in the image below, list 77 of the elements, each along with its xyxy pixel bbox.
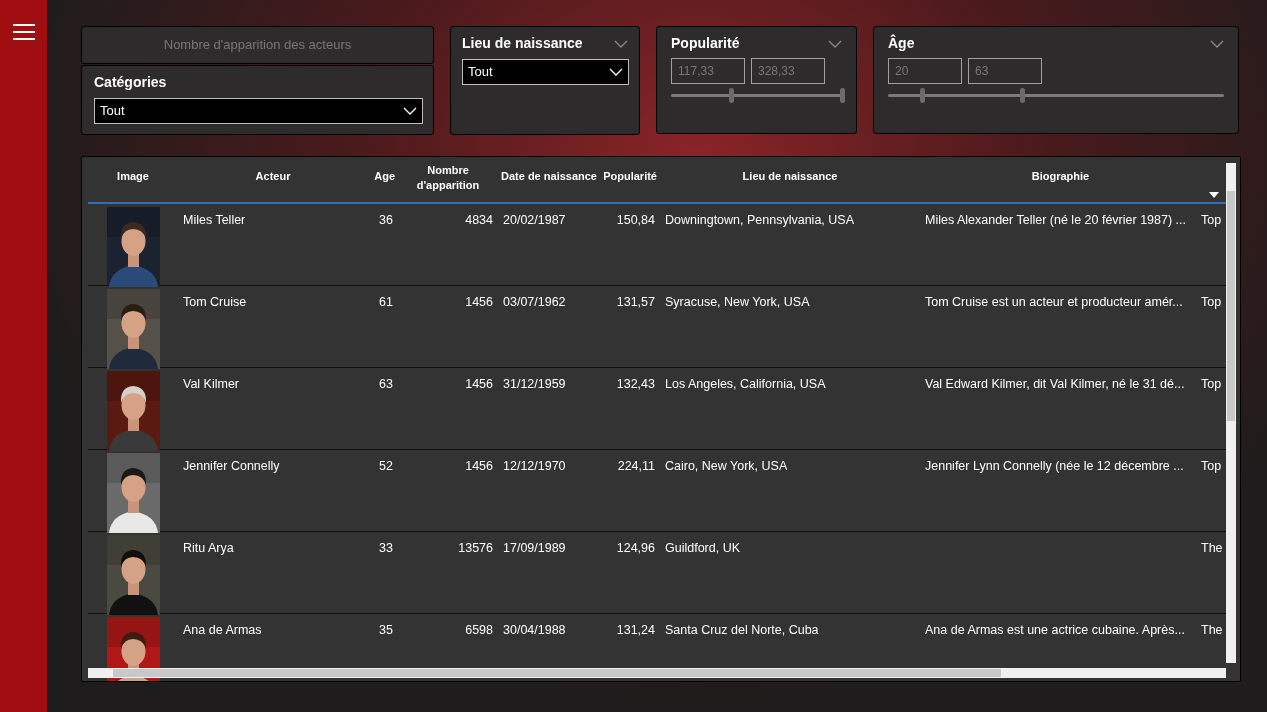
chevron-down-icon [1210,39,1224,48]
table-cell: Downingtown, Pennsylvania, USA [665,213,854,227]
chevron-down-icon [609,68,623,76]
table-cell: Los Angeles, California, USA [665,377,826,391]
column-header[interactable]: Image [117,169,149,184]
table-cell: 31/12/1959 [503,377,566,391]
chevron-down-icon [828,39,842,48]
chevron-down-icon [403,107,417,115]
slicer-title: Popularité [671,34,740,53]
table-cell: 30/04/1988 [503,623,566,637]
table-cell: 131,24 [616,623,655,637]
table-cell: Jennifer Connelly [183,459,280,473]
table-cell: 03/07/1962 [503,295,566,309]
scrollbar-thumb[interactable] [113,669,1001,677]
table-cell: Val Kilmer [183,377,240,391]
horizontal-scrollbar[interactable] [88,668,1226,678]
table-cell: 63 [379,377,393,391]
table-cell: The [1201,623,1223,637]
table-cell: 224,11 [617,459,655,473]
table-cell: Tom Cruise est un acteur et producteur amér... [925,295,1183,309]
column-header[interactable]: Lieu de naissance [742,169,838,184]
table-cell: 12/12/1970 [503,459,566,473]
table-cell: Val Edward Kilmer, dit Val Kilmer, né le 31 dé... [925,377,1185,391]
slider-thumb[interactable] [919,88,925,103]
table-cell: 35 [379,623,393,637]
column-header[interactable]: Biographie [1031,169,1090,184]
card-title: Nombre d'apparition des acteurs [163,36,352,55]
table-cell: 1456 [465,295,493,309]
slicer-title: Âge [888,33,915,53]
dropdown[interactable]: Tout [462,59,629,85]
table-cell: 20/02/1987 [503,213,566,227]
table-cell: The [1201,541,1223,555]
table-cell: 33 [379,541,393,555]
slider-thumb[interactable] [728,88,734,103]
chevron-down-icon [614,39,628,48]
slider-thumb[interactable] [1020,88,1026,103]
slicer-title: Catégories [94,73,168,92]
table-cell: Tom Cruise [183,295,247,309]
table-cell: Top [1201,377,1222,391]
vertical-scrollbar[interactable] [1226,163,1236,663]
table-cell: Top [1201,459,1222,473]
sort-icon[interactable] [1209,192,1219,198]
column-header[interactable]: Nombre d'apparition [401,163,495,193]
slider-thumb[interactable] [840,88,845,103]
column-header[interactable]: Acteur [255,169,291,184]
table-cell: 13576 [458,541,493,555]
table-cell: Syracuse, New York, USA [665,295,810,309]
table-cell: 36 [379,213,393,227]
dropdown[interactable]: Tout [94,98,423,124]
table-cell: Santa Cruz del Norte, Cuba [665,623,819,637]
table-cell: 52 [379,459,393,473]
menu-icon[interactable] [12,24,35,40]
table-cell: Guildford, UK [665,541,741,555]
table-cell: 150,84 [616,213,655,227]
table-cell: Cairo, New York, USA [665,459,788,473]
table-cell: Ana de Armas [183,623,262,637]
column-header[interactable]: Popularité [603,169,657,184]
table-cell: Ana de Armas est une actrice cubaine. Après... [925,623,1185,637]
table-cell: 132,43 [616,377,655,391]
table-cell: Jennifer Lynn Connelly (née le 12 décembre ... [925,459,1184,473]
table-cell: Top [1201,213,1222,227]
table-cell: Top [1201,295,1222,309]
table-cell: 61 [379,295,393,309]
scrollbar-thumb[interactable] [1227,191,1235,421]
column-header[interactable]: Age [374,169,395,184]
table-cell: 6598 [465,623,493,637]
table-cell: 124,96 [616,541,655,555]
table-cell: 1456 [465,459,493,473]
table-cell: Ritu Arya [183,541,234,555]
table-cell: Miles Alexander Teller (né le 20 février 1987) ... [925,213,1186,227]
table-cell: Miles Teller [183,213,246,227]
table-cell: 4834 [465,213,493,227]
table-cell: 1456 [465,377,493,391]
table-cell: 17/09/1989 [503,541,566,555]
column-header[interactable]: Date de naissance [501,169,597,184]
slicer-title: Lieu de naissance [462,34,583,53]
table-cell: 131,57 [616,295,655,309]
